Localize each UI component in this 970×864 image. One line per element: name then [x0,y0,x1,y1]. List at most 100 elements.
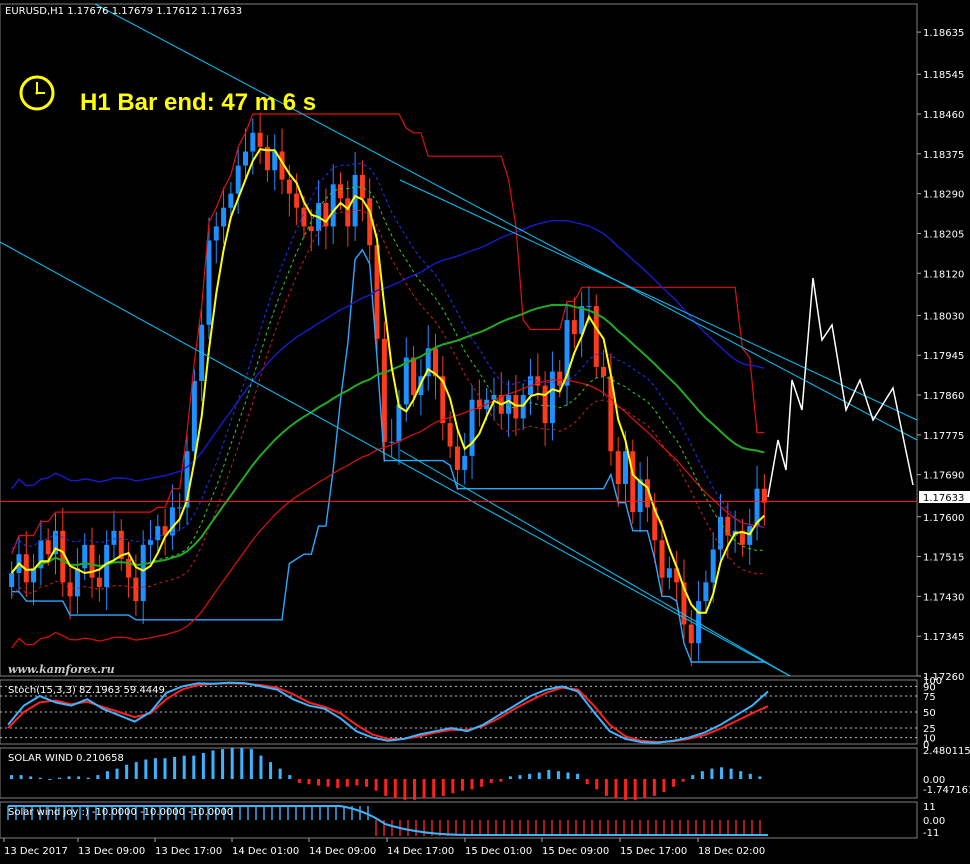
solar-wind-bar [201,753,205,779]
bear-candle [45,540,51,555]
bull-candle [82,544,88,569]
solar-wind-bar [432,779,436,798]
bear-candle [513,395,519,419]
solar-wind-bar [86,777,90,779]
bull-candle [506,395,512,414]
bear-candle [286,179,292,194]
solar-wind-bar [297,779,301,783]
y-tick-label: 1.17690 [923,471,964,482]
solar-wind-bar [576,773,580,779]
bull-candle [148,540,153,545]
stoch-tick-label: 75 [923,692,936,703]
bull-candle [462,455,468,470]
bull-candle [235,165,241,194]
y-tick-label: 1.17775 [923,431,964,442]
bull-candle [623,451,628,484]
bear-candle [257,132,263,147]
bear-candle [688,624,694,644]
solar-wind-bar [480,779,484,787]
solar-wind-bar [700,771,704,779]
solar-wind-bar [595,779,599,790]
solar-wind-bar [19,775,23,779]
bar-timer-label: H1 Bar end: 47 m 6 s [80,89,316,116]
trading-chart[interactable]: 1.18635 1.18545 1.18460 1.18375 1.18290 1.182… [0,0,970,864]
bear-candle [338,184,343,199]
symbol-readout: EURUSD,H1 1.17676 1.17679 1.17612 1.1763… [5,6,242,17]
current-price-tag: 1.17633 [919,491,970,504]
bear-candle [67,582,73,597]
y-tick-label: 1.17345 [923,632,964,643]
x-tick-label: 13 Dec 17:00 [155,846,222,857]
x-tick-label: 15 Dec 01:00 [465,846,532,857]
solar-wind-bar [604,779,608,796]
bear-candle [411,357,417,396]
solar-wind-bar [77,776,81,779]
bull-candle [191,380,197,452]
solar-wind-bar [96,775,100,779]
solar-wind-bar [652,779,656,796]
bull-candle [747,526,753,545]
bull-candle [9,572,15,588]
solar-wind-bar [211,750,215,779]
solar-wind-bar [374,779,378,791]
y-tick-label: 1.18120 [923,269,964,280]
solar-wind-bar [566,772,570,779]
x-tick-label: 18 Dec 02:00 [698,846,765,857]
solar-wind-bar [105,771,109,779]
bull-candle [169,507,175,536]
x-tick-label: 14 Dec 17:00 [387,846,454,857]
bull-candle [520,395,526,419]
bull-candle [243,151,248,166]
stoch-tick-label: 50 [923,708,936,719]
stoch-label: Stoch(15,3,3) 82.1963 59.4449 [8,685,165,696]
solar-wind-bar [547,769,551,779]
y-tick-label: 1.18290 [923,190,964,201]
solar-wind-bar [230,747,234,779]
solar-wind-bar [499,779,503,782]
bear-candle [659,540,665,578]
y-tick-label: 1.17860 [923,391,964,402]
solar-wind-bar [163,758,167,779]
solar-wind-bar [460,779,464,791]
solar-wind-bar [134,762,138,779]
bull-candle [396,404,402,442]
solar-wind-bar [269,762,273,779]
solar-wind-bar [508,776,512,779]
bear-candle [571,320,577,335]
solar-wind-bar [144,759,148,779]
x-tick-label: 15 Dec 09:00 [542,846,609,857]
solar-wind-bar [662,779,666,792]
y-tick-label: 1.18545 [923,70,964,81]
y-tick-label: 1.17430 [923,592,964,603]
bear-candle [454,446,460,470]
solar-wind-bar [288,775,292,779]
bear-candle [557,371,563,386]
solar-wind-bar [672,779,676,787]
solar-wind-bar [182,755,186,779]
solar-wind-bar [470,779,474,790]
solar-wind-bar [614,779,618,799]
solar-wind-bar [317,779,321,786]
solar-wind-bar [758,776,762,779]
solar-wind-bar [10,775,13,779]
y-tick-label: 1.17945 [923,351,964,362]
solar-wind-bar [355,779,359,786]
solar-wind-bar [192,755,196,779]
solar-wind-bar [278,768,282,779]
bull-candle [74,568,80,597]
solar-wind-bar [556,771,560,779]
solar-wind-bar [403,779,407,800]
bull-candle [718,516,723,550]
solar-wind-bar [441,779,445,796]
solar-tick-label: -1.747161 [923,785,970,796]
solar-wind-bar [422,779,426,799]
bear-candle [133,577,139,602]
solar-wind-bar [240,747,244,779]
bear-candle [542,385,548,424]
solar-wind-bar [681,779,685,782]
joy-tick-label: 11 [923,802,936,813]
solar-wind-bar [57,777,61,779]
bull-candle [177,507,183,509]
bull-candle [469,399,475,456]
bear-candle [601,366,607,377]
